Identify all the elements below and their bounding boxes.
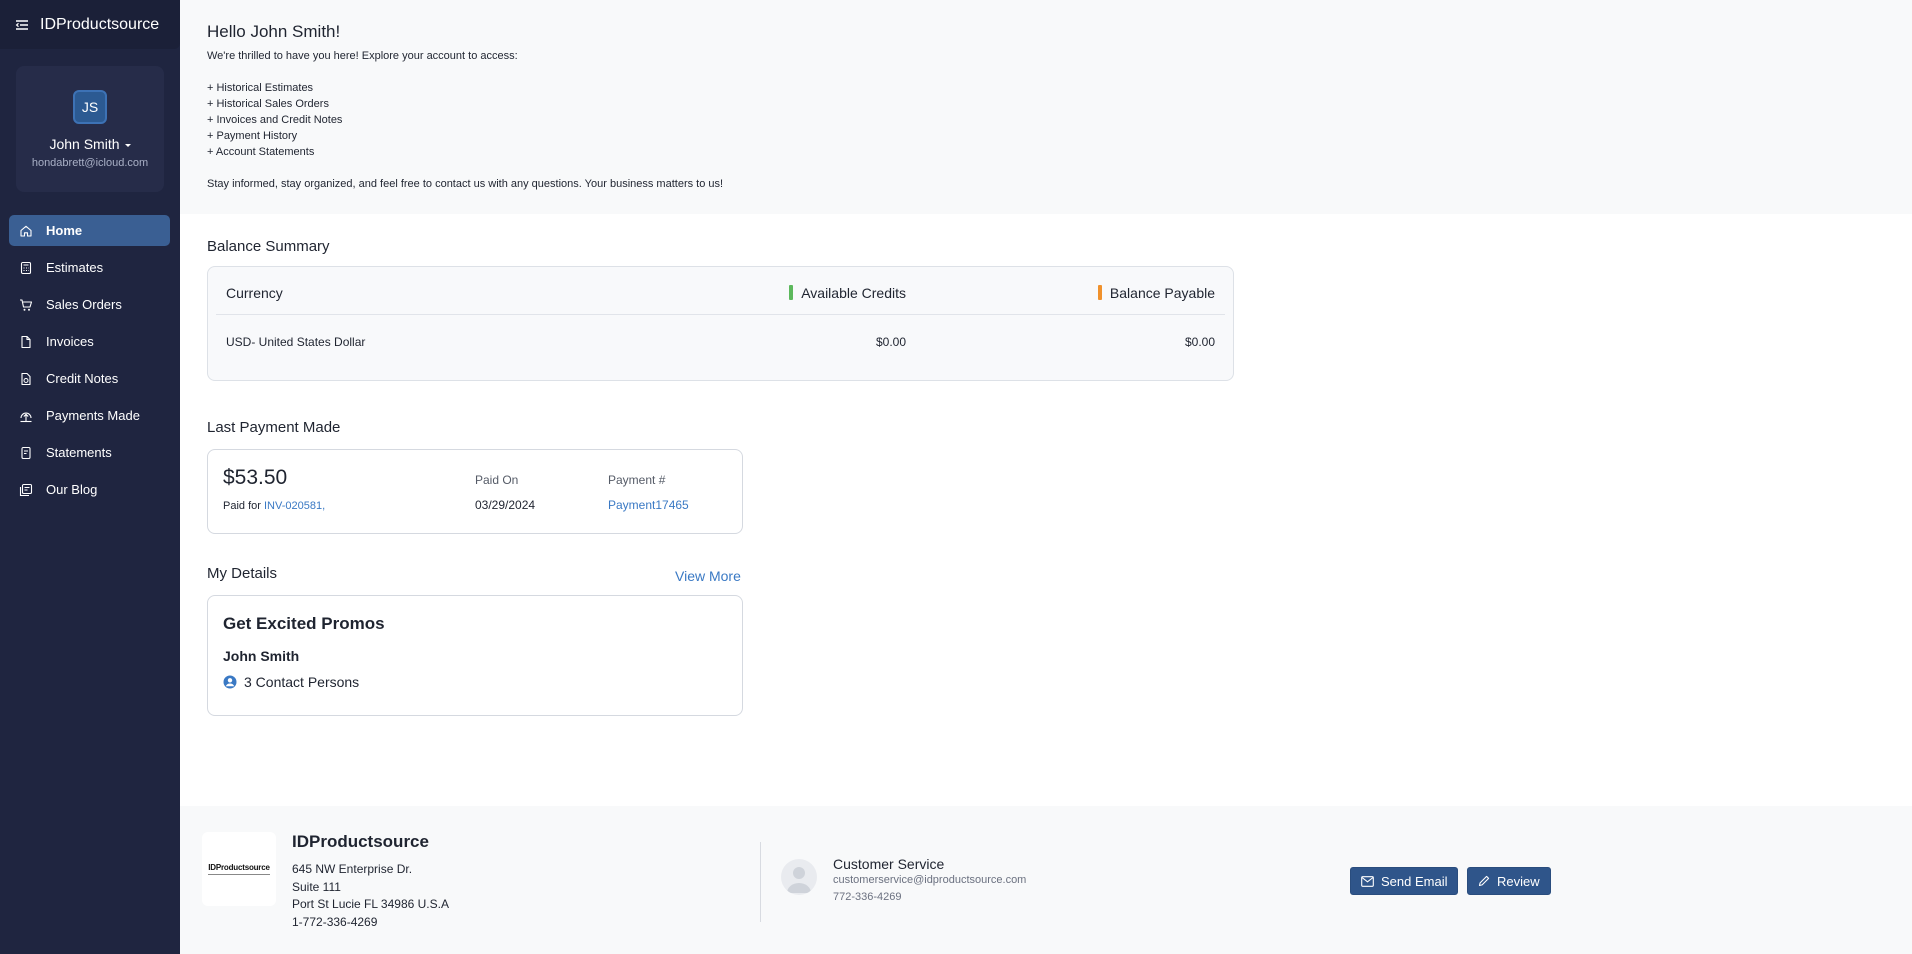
footer-phone: 1-772-336-4269	[292, 915, 378, 929]
logo-text: IDProductsource	[208, 863, 270, 872]
currency-cell: USD- United States Dollar	[226, 335, 366, 349]
sidebar-item-label: Home	[46, 223, 83, 238]
last-payment-card: $53.50 Paid for INV-020581, Paid On 03/2…	[207, 449, 743, 534]
list-item: + Payment History	[207, 130, 298, 142]
address-line-3: Port St Lucie FL 34986 U.S.A	[292, 897, 449, 911]
welcome-outro: Stay informed, stay organized, and feel …	[207, 178, 724, 190]
company-name: Get Excited Promos	[223, 614, 385, 633]
sidebar-item-label: Payments Made	[46, 408, 140, 423]
brand-name: IDProductsource	[40, 15, 160, 33]
footer-divider	[760, 842, 761, 922]
sidebar-item-label: Sales Orders	[46, 297, 122, 312]
send-email-label: Send Email	[1381, 873, 1448, 889]
sidebar-item-label: Our Blog	[46, 482, 98, 497]
greeting-heading: Hello John Smith!	[207, 22, 341, 41]
contact-name: John Smith	[223, 648, 300, 664]
review-button[interactable]: Review	[1467, 867, 1551, 895]
blog-icon	[19, 483, 33, 496]
send-email-button[interactable]: Send Email	[1350, 867, 1459, 895]
balance-payable-label: Balance Payable	[1109, 285, 1215, 301]
feature-list: + Historical Estimates + Historical Sale…	[207, 80, 1912, 160]
credits-marker	[789, 285, 794, 300]
footer: IDProductsource IDProductsource 645 NW E…	[180, 806, 1912, 954]
list-item: + Historical Sales Orders	[207, 98, 329, 110]
company-logo: IDProductsource	[202, 832, 276, 906]
contact-persons-count: 3 Contact Persons	[244, 674, 360, 690]
balance-payable-cell: $0.00	[1184, 335, 1215, 349]
payment-number-link[interactable]: Payment17465	[608, 498, 689, 512]
available-credits-header: Available Credits	[789, 285, 906, 301]
sidebar-item-our-blog[interactable]: Our Blog	[9, 474, 170, 505]
menu-collapse-icon[interactable]	[14, 17, 30, 33]
my-details-title: My Details	[207, 565, 278, 582]
my-details-card: Get Excited Promos John Smith 3 Contact …	[207, 595, 743, 716]
paid-on-date: 03/29/2024	[475, 498, 536, 512]
profile-email: hondabrett@icloud.com	[31, 157, 149, 169]
paid-for: Paid for INV-020581,	[223, 500, 325, 512]
profile-name: John Smith	[49, 136, 120, 152]
home-icon	[20, 225, 32, 237]
statement-icon	[21, 446, 31, 459]
view-more-link[interactable]: View More	[675, 568, 741, 584]
contact-person-icon	[223, 675, 237, 689]
sidebar-item-label: Statements	[46, 445, 112, 460]
sidebar-item-label: Estimates	[46, 260, 104, 275]
customer-service-title: Customer Service	[833, 856, 945, 872]
payment-amount: $53.50	[223, 466, 288, 489]
sidebar-nav: Home Estimates Sales Orders Invoices Cre…	[9, 215, 170, 511]
sidebar-item-invoices[interactable]: Invoices	[9, 326, 170, 357]
sidebar-item-label: Invoices	[46, 334, 94, 349]
last-payment-title: Last Payment Made	[207, 419, 341, 436]
payable-marker	[1097, 285, 1102, 300]
sidebar-item-sales-orders[interactable]: Sales Orders	[9, 289, 170, 320]
profile-card[interactable]: JS John Smith hondabrett@icloud.com	[16, 66, 164, 192]
balance-summary-title: Balance Summary	[207, 238, 330, 255]
avatar: JS	[73, 90, 107, 124]
invoice-link[interactable]: INV-020581,	[264, 500, 325, 512]
currency-header: Currency	[226, 285, 283, 301]
address-line-1: 645 NW Enterprise Dr.	[292, 862, 413, 876]
address-line-2: Suite 111	[292, 880, 341, 894]
sidebar-item-credit-notes[interactable]: Credit Notes	[9, 363, 170, 394]
sidebar-item-home[interactable]: Home	[9, 215, 170, 246]
credit-note-icon	[21, 372, 31, 385]
table-header: Currency Available Credits Balance Payab…	[216, 267, 1225, 315]
list-item: + Account Statements	[207, 146, 315, 158]
main-content: Hello John Smith! We're thrilled to have…	[180, 0, 1912, 954]
review-label: Review	[1497, 873, 1540, 889]
document-icon	[21, 335, 31, 348]
sidebar-item-estimates[interactable]: Estimates	[9, 252, 170, 283]
upload-circle-icon	[20, 412, 32, 422]
person-placeholder-icon	[787, 867, 811, 893]
calculator-icon	[20, 261, 32, 274]
available-credits-label: Available Credits	[801, 285, 906, 301]
list-item: + Historical Estimates	[207, 82, 314, 94]
customer-service-email[interactable]: customerservice@idproductsource.com	[833, 874, 1026, 886]
paid-for-label: Paid for	[223, 500, 261, 512]
logo-underline	[208, 874, 270, 875]
balance-payable-header: Balance Payable	[1097, 285, 1215, 301]
contact-persons[interactable]: 3 Contact Persons	[223, 674, 359, 690]
welcome-panel: Hello John Smith! We're thrilled to have…	[180, 0, 1912, 214]
customer-service-avatar	[781, 859, 817, 895]
balance-summary-table: Currency Available Credits Balance Payab…	[207, 266, 1234, 381]
profile-name-dropdown[interactable]: John Smith	[16, 136, 164, 152]
caret-down-icon	[124, 143, 131, 147]
available-credits-cell: $0.00	[875, 335, 906, 349]
footer-company-name: IDProductsource	[292, 832, 429, 851]
paid-on-label: Paid On	[475, 473, 519, 487]
sidebar: IDProductsource JS John Smith hondabrett…	[0, 0, 180, 954]
pencil-icon	[1478, 875, 1490, 887]
welcome-intro: We're thrilled to have you here! Explore…	[207, 50, 518, 62]
sidebar-item-label: Credit Notes	[46, 371, 119, 386]
mail-icon	[1361, 875, 1374, 887]
payment-number-label: Payment #	[608, 473, 666, 487]
sidebar-item-statements[interactable]: Statements	[9, 437, 170, 468]
cart-icon	[20, 298, 33, 311]
customer-service-phone: 772-336-4269	[833, 891, 902, 903]
list-item: + Invoices and Credit Notes	[207, 114, 343, 126]
sidebar-item-payments-made[interactable]: Payments Made	[9, 400, 170, 431]
sidebar-header: IDProductsource	[0, 0, 180, 49]
